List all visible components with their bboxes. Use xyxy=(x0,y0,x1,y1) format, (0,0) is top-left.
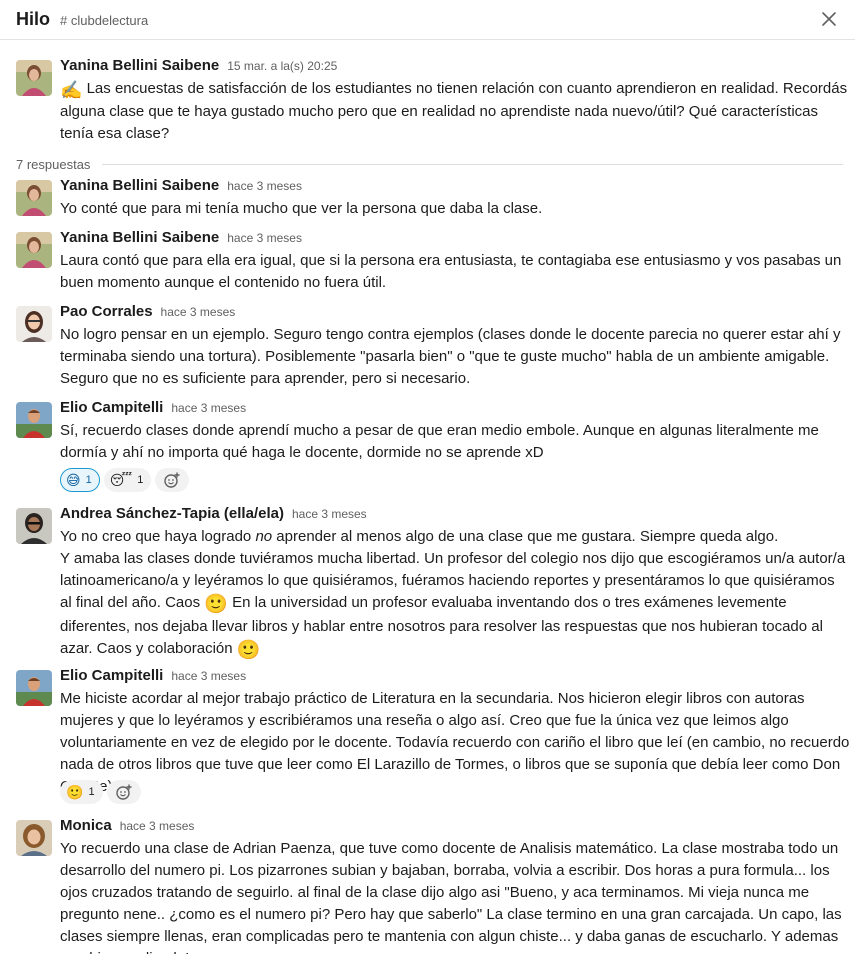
timestamp[interactable]: hace 3 meses xyxy=(171,401,246,415)
message-paragraph: Yo no creo que haya logrado no aprender … xyxy=(60,526,850,548)
message-body: Me hiciste acordar al mejor trabajo prác… xyxy=(60,690,850,795)
slightly-smiling-emoji: 🙂 xyxy=(236,640,261,661)
sleeping-emoji: 😴 xyxy=(109,472,133,488)
reaction-count: 1 xyxy=(88,786,95,798)
avatar[interactable] xyxy=(16,180,52,216)
thread-title: Hilo xyxy=(16,9,50,29)
author-name[interactable]: Pao Corrales xyxy=(60,303,153,320)
timestamp[interactable]: hace 3 meses xyxy=(227,179,302,193)
author-name[interactable]: Andrea Sánchez-Tapia (ella/ela) xyxy=(60,505,284,522)
message-header: Monica hace 3 meses xyxy=(60,817,194,834)
divider-line xyxy=(102,164,843,165)
author-name[interactable]: Yanina Bellini Saibene xyxy=(60,177,219,194)
replies-count: 7 respuestas xyxy=(16,157,91,172)
message-body: No logro pensar en un ejemplo. Seguro te… xyxy=(60,326,841,387)
add-reaction-icon xyxy=(115,784,132,800)
author-name[interactable]: Yanina Bellini Saibene xyxy=(60,57,219,74)
timestamp[interactable]: hace 3 meses xyxy=(161,305,236,319)
avatar[interactable] xyxy=(16,402,52,438)
avatar[interactable] xyxy=(16,60,52,96)
slightly-smiling-emoji: 🙂 xyxy=(66,784,84,800)
add-reaction-icon xyxy=(164,472,180,488)
channel-name[interactable]: # clubdelectura xyxy=(60,13,148,28)
message-header: Andrea Sánchez-Tapia (ella/ela) hace 3 m… xyxy=(60,505,367,522)
reactions-bar: 🙂 1 xyxy=(60,780,141,804)
message-body: Sí, recuerdo clases donde aprendí mucho … xyxy=(60,422,819,461)
avatar[interactable] xyxy=(16,306,52,342)
timestamp[interactable]: hace 3 meses xyxy=(120,819,195,833)
close-button[interactable] xyxy=(815,5,843,33)
author-name[interactable]: Yanina Bellini Saibene xyxy=(60,229,219,246)
avatar[interactable] xyxy=(16,670,52,706)
reaction-sweat-smile[interactable]: 😅 1 xyxy=(60,468,100,492)
message-header: Pao Corrales hace 3 meses xyxy=(60,303,235,320)
message-body: Yo recuerdo una clase de Adrian Paenza, … xyxy=(60,840,842,954)
sweat-smile-emoji: 😅 xyxy=(66,472,81,488)
message-text: Yo no creo que haya logrado xyxy=(60,528,256,545)
thread-header: Hilo # clubdelectura xyxy=(0,0,855,40)
reaction-sleeping[interactable]: 😴 1 xyxy=(103,468,152,492)
slightly-smiling-emoji: 🙂 xyxy=(204,594,228,615)
message-body: Laura contó que para ella era igual, que… xyxy=(60,252,842,291)
close-icon xyxy=(822,12,836,26)
avatar[interactable] xyxy=(16,508,52,544)
message-text: aprender al menos algo de una clase que … xyxy=(272,528,779,545)
add-reaction-button[interactable] xyxy=(106,780,141,804)
writing-hand-emoji: ✍️ xyxy=(60,80,83,100)
message-header: Yanina Bellini Saibene 15 mar. a la(s) 2… xyxy=(60,57,337,74)
emphasis-text: no xyxy=(255,528,273,545)
message-body: ✍️ Las encuestas de satisfacción de los … xyxy=(60,78,850,145)
timestamp[interactable]: hace 3 meses xyxy=(227,231,302,245)
message-header: Yanina Bellini Saibene hace 3 meses xyxy=(60,229,302,246)
message-paragraph: Y amaba las clases donde tuviéramos much… xyxy=(60,548,850,662)
author-name[interactable]: Elio Campitelli xyxy=(60,399,163,416)
reaction-count: 1 xyxy=(85,474,92,486)
author-name[interactable]: Elio Campitelli xyxy=(60,667,163,684)
thread-pane[interactable]: Yanina Bellini Saibene 15 mar. a la(s) 2… xyxy=(0,40,855,954)
reaction-count: 1 xyxy=(137,474,144,486)
message-header: Elio Campitelli hace 3 meses xyxy=(60,667,246,684)
timestamp[interactable]: 15 mar. a la(s) 20:25 xyxy=(227,59,337,73)
message-body: Yo conté que para mi tenía mucho que ver… xyxy=(60,200,543,217)
replies-divider: 7 respuestas xyxy=(16,157,843,172)
message-text: Las encuestas de satisfacción de los est… xyxy=(60,80,848,142)
message-body: Yo no creo que haya logrado no aprender … xyxy=(60,526,850,662)
timestamp[interactable]: hace 3 meses xyxy=(171,669,246,683)
message-header: Yanina Bellini Saibene hace 3 meses xyxy=(60,177,302,194)
reaction-slightly-smiling[interactable]: 🙂 1 xyxy=(60,780,103,804)
timestamp[interactable]: hace 3 meses xyxy=(292,507,367,521)
avatar[interactable] xyxy=(16,820,52,856)
avatar[interactable] xyxy=(16,232,52,268)
author-name[interactable]: Monica xyxy=(60,817,112,834)
reactions-bar: 😅 1 😴 1 xyxy=(60,468,190,492)
message-header: Elio Campitelli hace 3 meses xyxy=(60,399,246,416)
add-reaction-button[interactable] xyxy=(155,468,190,492)
